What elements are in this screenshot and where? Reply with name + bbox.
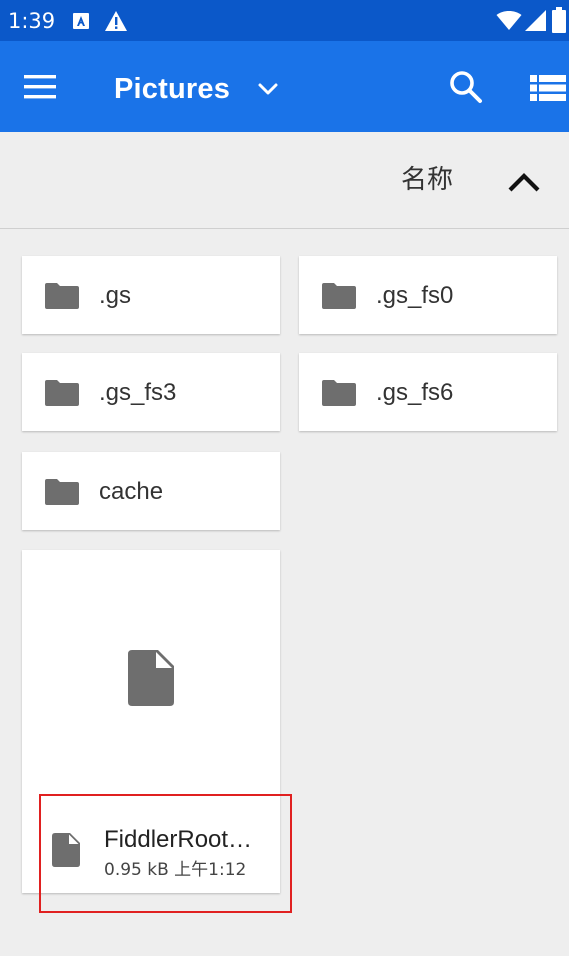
sort-by-name-button[interactable]: 名称	[401, 165, 453, 195]
folder-card[interactable]: .gs	[22, 256, 280, 334]
folder-icon	[322, 283, 356, 309]
folder-name: .gs_fs6	[376, 379, 454, 406]
warning-icon	[105, 11, 127, 31]
file-info: FiddlerRoot… 0.95 kB 上午1:12	[22, 795, 280, 893]
chevron-down-icon	[258, 83, 278, 95]
file-meta: 0.95 kB 上午1:12	[104, 860, 247, 880]
status-bar: 1:39	[0, 0, 569, 41]
folder-card[interactable]: .gs_fs6	[299, 353, 557, 431]
app-bar: Pictures	[0, 41, 569, 132]
folder-icon	[45, 283, 79, 309]
folder-name: .gs_fs3	[99, 379, 177, 406]
folder-card[interactable]: .gs_fs0	[299, 256, 557, 334]
file-name: FiddlerRoot…	[104, 826, 253, 853]
folder-card[interactable]: cache	[22, 452, 280, 530]
battery-icon	[552, 7, 566, 33]
folder-card[interactable]: .gs_fs3	[22, 353, 280, 431]
folder-icon	[45, 380, 79, 406]
folder-name: .gs	[99, 282, 132, 309]
location-dropdown[interactable]: Pictures	[114, 69, 280, 109]
menu-icon[interactable]	[20, 68, 62, 106]
status-time: 1:39	[8, 9, 56, 33]
file-card[interactable]: FiddlerRoot… 0.95 kB 上午1:12	[22, 550, 280, 893]
list-view-icon[interactable]	[526, 71, 566, 105]
file-thumbnail	[22, 550, 280, 795]
document-icon	[128, 650, 174, 706]
folder-name: .gs_fs0	[376, 282, 454, 309]
folder-name: cache	[99, 478, 164, 505]
chevron-up-icon[interactable]	[506, 166, 542, 196]
sort-bar: 名称	[0, 132, 569, 229]
app-bar-title: Pictures	[114, 72, 231, 105]
document-icon	[52, 833, 80, 867]
wifi-icon	[496, 11, 522, 30]
folder-icon	[322, 380, 356, 406]
search-icon[interactable]	[446, 67, 486, 107]
folder-icon	[45, 479, 79, 505]
keyboard-a-icon	[73, 13, 89, 29]
signal-icon	[525, 10, 546, 31]
